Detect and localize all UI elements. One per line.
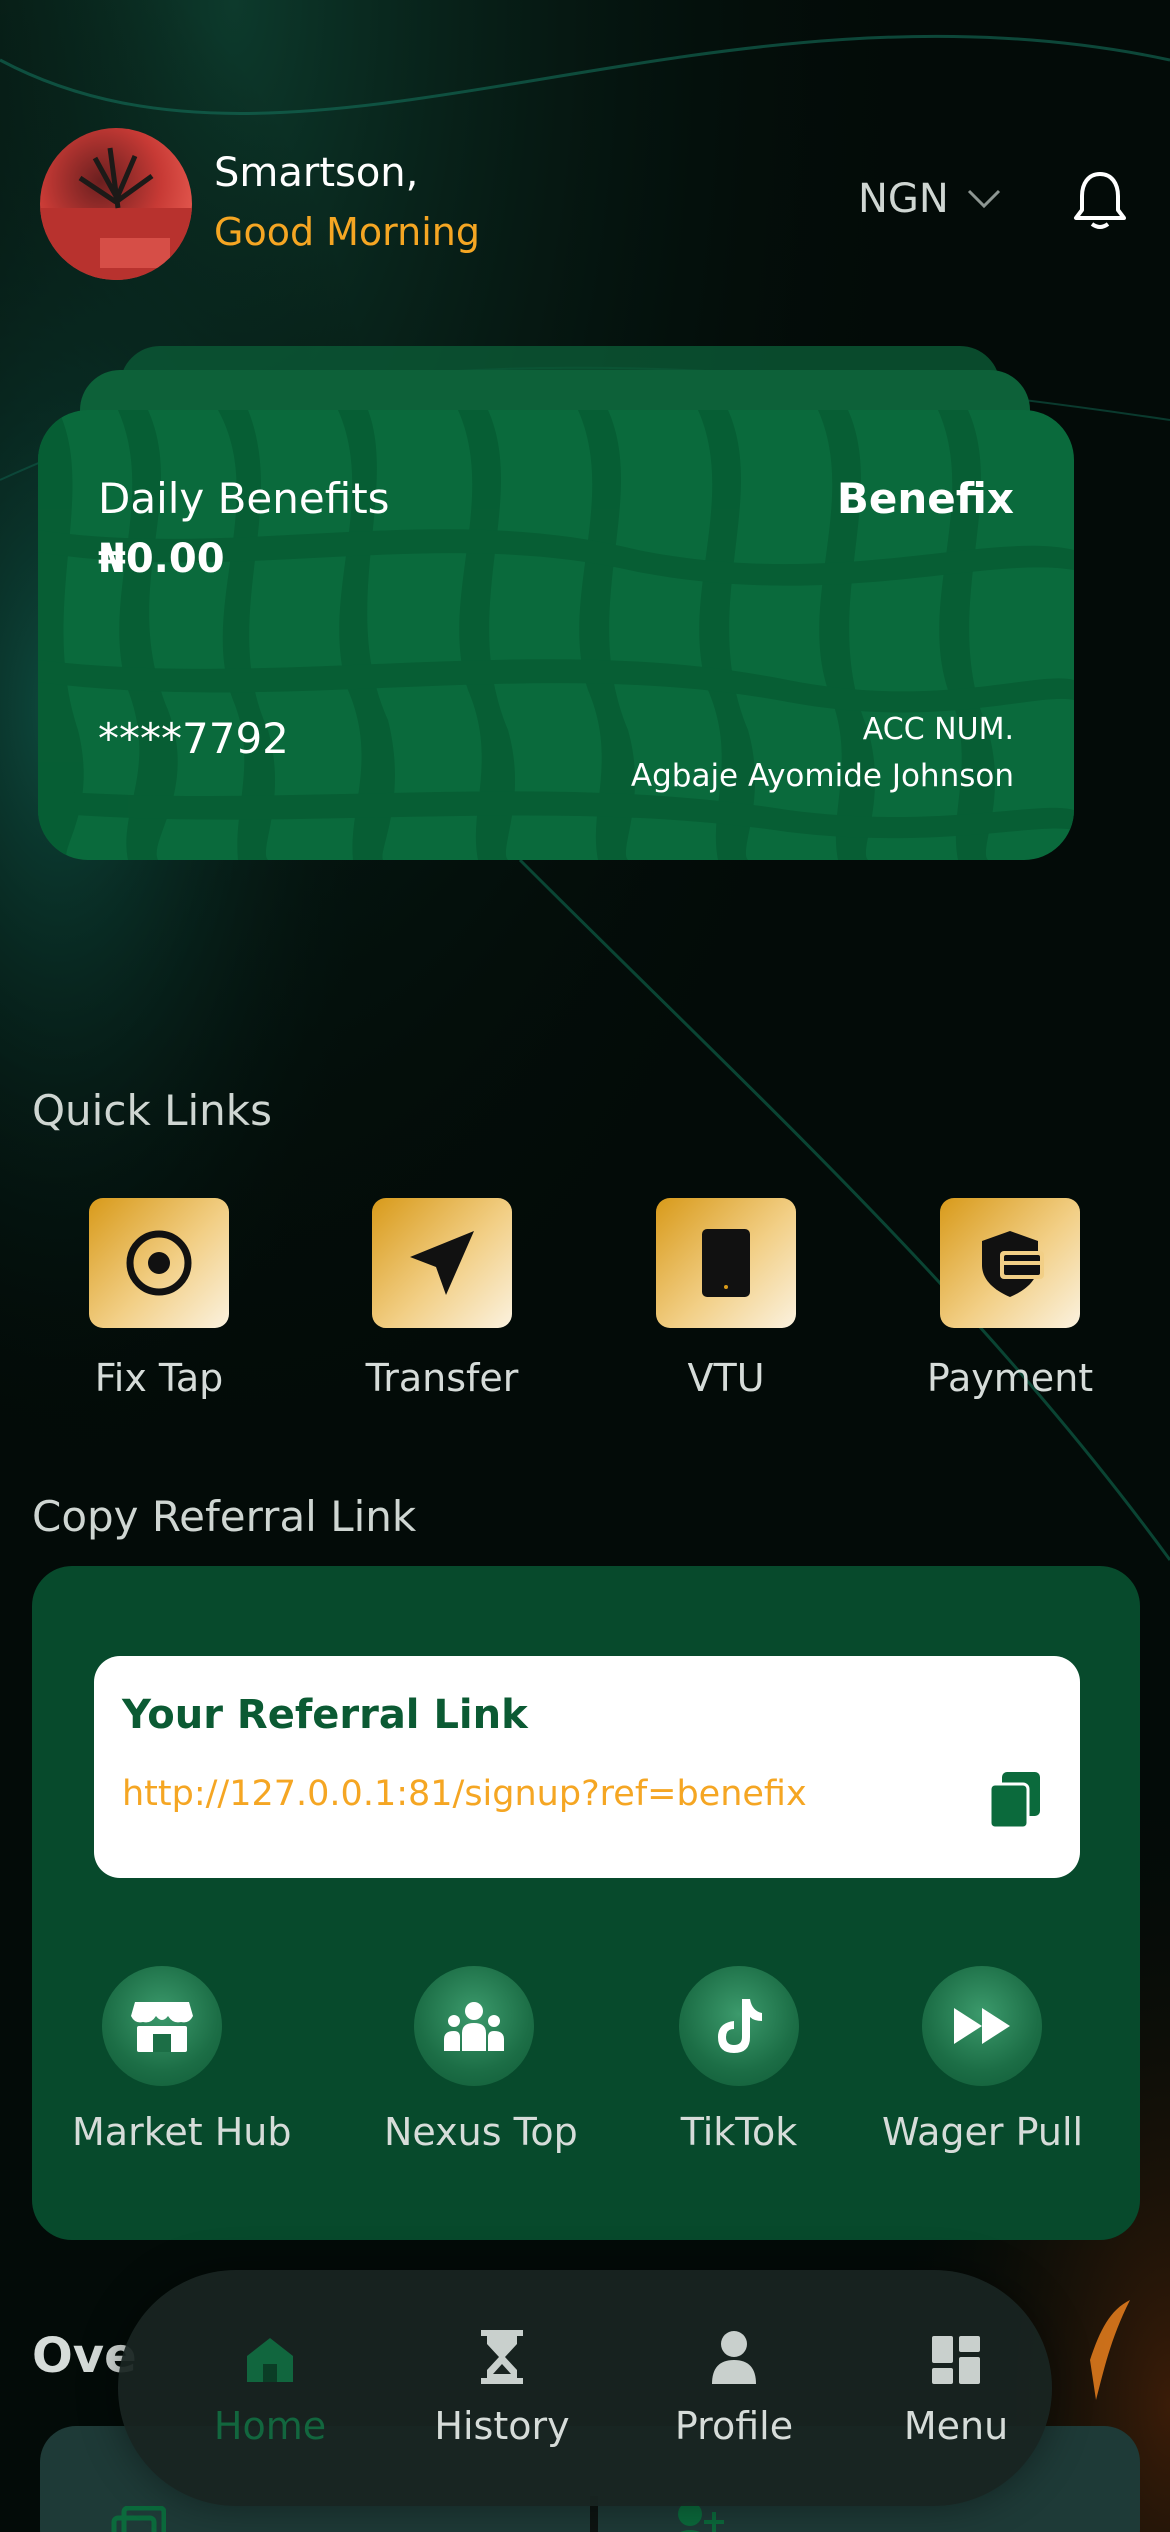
nav-label: History xyxy=(434,2404,570,2448)
referral-item-label: Nexus Top xyxy=(384,2110,578,2154)
card-brand: Benefix xyxy=(836,474,1014,523)
quick-link-payment[interactable]: Payment xyxy=(915,1198,1105,1400)
dashboard-icon xyxy=(866,2324,1046,2384)
shield-card-icon xyxy=(940,1198,1080,1328)
group-icon xyxy=(414,1966,534,2086)
quick-link-fix-tap[interactable]: Fix Tap xyxy=(64,1198,254,1400)
nav-menu[interactable]: Menu xyxy=(866,2324,1046,2448)
chevron-down-icon xyxy=(967,189,1000,209)
target-icon xyxy=(89,1198,229,1328)
copy-icon[interactable] xyxy=(988,1770,1042,1830)
account-name: Agbaje Ayomide Johnson xyxy=(630,758,1014,794)
nav-label: Menu xyxy=(903,2404,1009,2448)
user-name: Smartson, xyxy=(214,150,419,196)
nav-label: Profile xyxy=(674,2404,794,2448)
person-icon xyxy=(644,2324,824,2384)
account-number-label: ACC NUM. xyxy=(862,712,1014,747)
tiktok-icon xyxy=(679,1966,799,2086)
quick-link-label: Fix Tap xyxy=(94,1356,224,1400)
referral-item-tiktok[interactable]: TikTok xyxy=(664,1966,814,2154)
currency-label: NGN xyxy=(858,176,949,222)
referral-link[interactable]: http://127.0.0.1:81/signup?ref=benefix xyxy=(122,1774,807,1814)
home-icon xyxy=(180,2324,360,2384)
greeting: Good Morning xyxy=(214,210,480,254)
header: Smartson, Good Morning NGN xyxy=(40,128,1130,280)
fast-forward-icon xyxy=(922,1966,1042,2086)
quick-link-transfer[interactable]: Transfer xyxy=(347,1198,537,1400)
nav-profile[interactable]: Profile xyxy=(644,2324,824,2448)
referral-link-box[interactable]: Your Referral Link http://127.0.0.1:81/s… xyxy=(94,1656,1080,1878)
quick-link-vtu[interactable]: VTU xyxy=(631,1198,821,1400)
quick-link-label: Payment xyxy=(926,1356,1094,1400)
bell-icon[interactable] xyxy=(1072,170,1128,230)
referral-item-label: TikTok xyxy=(680,2110,798,2154)
balance-amount: ₦0.00 xyxy=(98,536,225,582)
referral-box-title: Your Referral Link xyxy=(122,1692,528,1738)
wallet-icon xyxy=(111,2506,166,2532)
masked-account-number: ****7792 xyxy=(98,714,289,763)
nav-label: Home xyxy=(213,2404,327,2448)
bottom-nav: Home History Profile Menu xyxy=(118,2270,1052,2506)
store-icon xyxy=(102,1966,222,2086)
avatar[interactable] xyxy=(40,128,192,280)
referral-item-market-hub[interactable]: Market Hub xyxy=(72,1966,292,2154)
referral-item-wager-pull[interactable]: Wager Pull xyxy=(882,1966,1084,2154)
referral-section-title: Copy Referral Link xyxy=(32,1492,417,1541)
balance-card[interactable]: Daily Benefits ₦0.00 Benefix ****7792 AC… xyxy=(38,410,1074,860)
currency-selector[interactable]: NGN xyxy=(858,176,1001,222)
quick-link-label: VTU xyxy=(687,1356,765,1400)
nav-home[interactable]: Home xyxy=(180,2324,360,2448)
referral-item-nexus-top[interactable]: Nexus Top xyxy=(384,1966,578,2154)
quick-link-label: Transfer xyxy=(365,1356,519,1400)
quick-links-title: Quick Links xyxy=(32,1086,273,1135)
referral-panel: Your Referral Link http://127.0.0.1:81/s… xyxy=(32,1566,1140,2240)
nav-history[interactable]: History xyxy=(412,2324,592,2448)
hourglass-icon xyxy=(412,2324,592,2384)
send-icon xyxy=(372,1198,512,1328)
phone-icon xyxy=(656,1198,796,1328)
referral-item-label: Wager Pull xyxy=(882,2110,1084,2154)
referral-item-label: Market Hub xyxy=(72,2110,292,2154)
card-label: Daily Benefits xyxy=(98,474,390,523)
